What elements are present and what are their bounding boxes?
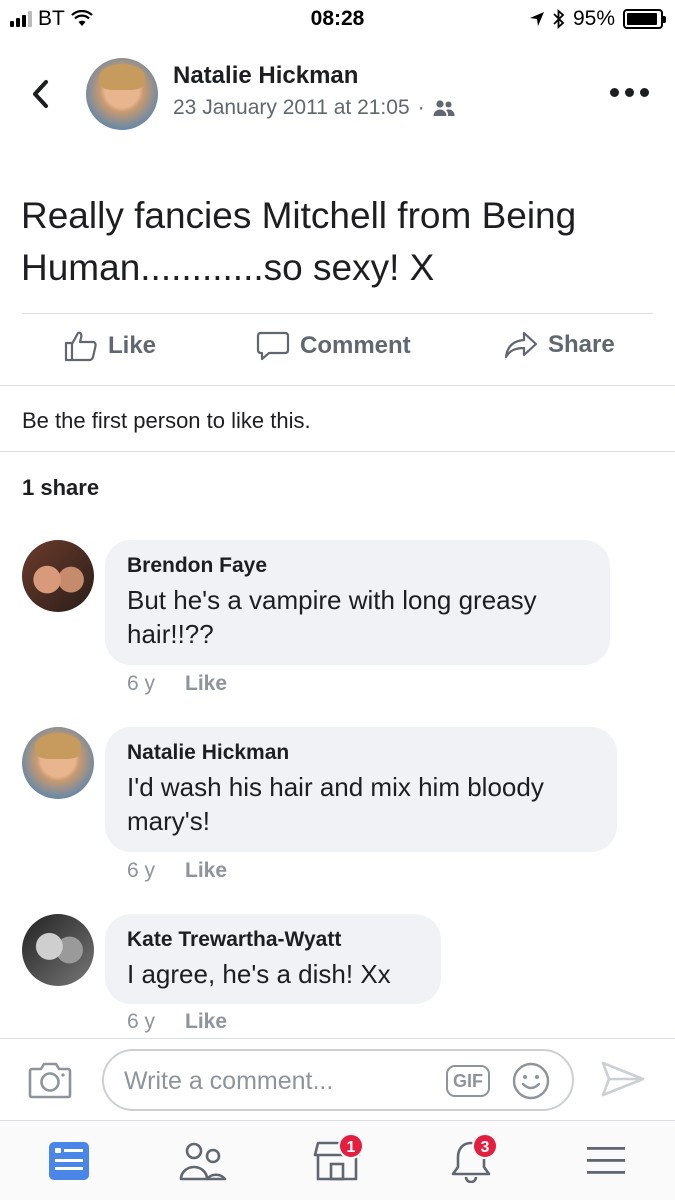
notifications-tab[interactable]: 3: [446, 1133, 498, 1184]
share-label: Share: [548, 331, 615, 358]
comment-bubble-icon: [256, 331, 290, 361]
comment-text: I agree, he's a dish! Xx: [127, 959, 391, 989]
comment-age: 6 y: [127, 672, 156, 695]
location-arrow-icon: [529, 12, 544, 26]
comment-age: 6 y: [127, 859, 156, 882]
divider: [0, 385, 675, 386]
bluetooth-icon: [553, 9, 565, 29]
commenter-name[interactable]: Natalie Hickman: [127, 741, 595, 765]
status-right: 95%: [529, 7, 666, 31]
divider: [0, 451, 675, 452]
comment-like-button[interactable]: Like: [185, 672, 227, 696]
send-arrow-icon[interactable]: [600, 1059, 646, 1099]
battery-percent: 95%: [572, 7, 615, 30]
comment-meta: 6 y Like: [127, 859, 227, 883]
comment-meta: 6 y Like: [127, 1010, 227, 1034]
bottom-tab-bar: 1 3: [0, 1120, 675, 1200]
meta-separator: ·: [417, 96, 425, 119]
friends-tab-icon[interactable]: [178, 1139, 228, 1183]
post-author-name[interactable]: Natalie Hickman: [173, 62, 358, 90]
like-button[interactable]: Like: [64, 330, 156, 362]
camera-icon[interactable]: [28, 1060, 72, 1100]
reactions-summary[interactable]: Be the first person to like this.: [22, 408, 311, 434]
back-chevron-icon[interactable]: [26, 74, 56, 114]
comment-bubble[interactable]: Kate Trewartha-Wyatt I agree, he's a dis…: [105, 914, 441, 1004]
post-meta: 23 January 2011 at 21:05 ·: [173, 96, 455, 120]
share-arrow-icon: [504, 331, 538, 359]
menu-hamburger-icon[interactable]: [582, 1139, 632, 1183]
comment-input-placeholder: Write a comment...: [124, 1067, 334, 1095]
battery-icon: [623, 9, 666, 29]
emoji-smile-icon[interactable]: [511, 1061, 551, 1101]
author-avatar[interactable]: [86, 58, 158, 130]
comment-label: Comment: [300, 332, 411, 359]
friends-icon: [433, 100, 455, 116]
comment-like-button[interactable]: Like: [185, 1010, 227, 1034]
thumbs-up-icon: [64, 331, 97, 362]
like-label: Like: [108, 332, 157, 359]
commenter-avatar[interactable]: [22, 914, 94, 986]
news-feed-tab-icon[interactable]: [44, 1139, 94, 1183]
comment-text: But he's a vampire with long greasy hair…: [127, 585, 537, 649]
commenter-avatar[interactable]: [22, 540, 94, 612]
comment-like-button[interactable]: Like: [185, 859, 227, 883]
commenter-name[interactable]: Brendon Faye: [127, 554, 588, 578]
comment-bubble[interactable]: Natalie Hickman I'd wash his hair and mi…: [105, 727, 617, 852]
comment-text: I'd wash his hair and mix him bloody mar…: [127, 772, 544, 836]
post-date[interactable]: 23 January 2011 at 21:05: [173, 96, 410, 120]
comment-bubble[interactable]: Brendon Faye But he's a vampire with lon…: [105, 540, 610, 665]
post-actions: Like Comment Share: [0, 330, 675, 374]
divider: [22, 313, 653, 314]
battery-level-fill: [627, 13, 658, 25]
commenter-name[interactable]: Kate Trewartha-Wyatt: [127, 928, 419, 952]
marketplace-badge: 1: [338, 1133, 364, 1159]
share-count[interactable]: 1 share: [22, 475, 99, 501]
comment-meta: 6 y Like: [127, 672, 227, 696]
gif-button[interactable]: GIF: [446, 1065, 490, 1097]
post-text: Really fancies Mitchell from Being Human…: [21, 195, 577, 288]
comment-age: 6 y: [127, 1010, 156, 1033]
status-bar: BT 08:28 95%: [0, 0, 675, 40]
more-options-icon[interactable]: [610, 88, 649, 97]
commenter-avatar[interactable]: [22, 727, 94, 799]
comment-button[interactable]: Comment: [256, 330, 411, 362]
comment-input[interactable]: Write a comment... GIF: [102, 1049, 574, 1111]
notifications-badge: 3: [472, 1133, 498, 1159]
share-button[interactable]: Share: [504, 330, 615, 360]
comment-composer: Write a comment... GIF: [0, 1038, 675, 1120]
marketplace-tab[interactable]: 1: [312, 1133, 364, 1183]
